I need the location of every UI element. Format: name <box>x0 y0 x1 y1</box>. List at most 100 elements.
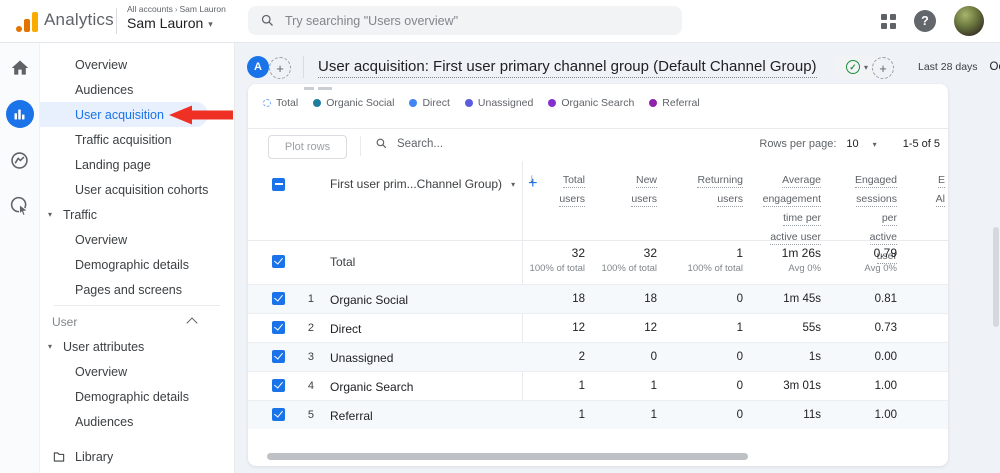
analytics-app: Analytics All accounts›Sam Lauron Sam La… <box>0 0 1000 473</box>
sidebar-item-traffic-overview[interactable]: Overview <box>40 227 234 252</box>
row-checkbox[interactable] <box>272 321 285 334</box>
legend-dot <box>548 99 556 107</box>
row-checkbox[interactable] <box>272 292 285 305</box>
sidebar-item-traffic-acquisition[interactable]: Traffic acquisition <box>40 127 234 152</box>
header-divider <box>303 56 304 78</box>
table-search-input[interactable]: Search... <box>375 137 443 150</box>
toolbar-divider <box>360 136 361 156</box>
sidebar-group-traffic[interactable]: ▾Traffic <box>40 202 234 227</box>
caret-down-icon: ▾ <box>864 63 868 72</box>
legend-item-direct[interactable]: Direct <box>409 97 449 109</box>
breadcrumb[interactable]: All accounts›Sam Lauron <box>127 4 226 14</box>
channel-name: Unassigned <box>330 351 393 365</box>
dimension-header[interactable]: First user prim...Channel Group) <box>330 177 502 191</box>
legend-dot <box>409 99 417 107</box>
topbar-divider <box>116 8 117 34</box>
caret-down-icon[interactable]: ▾ <box>511 180 515 189</box>
table-row: 2 Direct 12 12 1 55s 0.73 <box>248 313 948 342</box>
annotation-arrow <box>167 103 235 127</box>
legend-item-organic-social[interactable]: Organic Social <box>313 97 394 109</box>
legend-item-referral[interactable]: Referral <box>649 97 699 109</box>
sidebar-item-user-overview[interactable]: Overview <box>40 359 234 384</box>
topbar-actions: ? <box>881 6 984 36</box>
apps-grid-icon[interactable] <box>881 14 896 29</box>
advertising-icon[interactable] <box>7 192 33 218</box>
sidebar-item-user-acquisition-cohorts[interactable]: User acquisition cohorts <box>40 177 234 202</box>
row-checkbox[interactable] <box>272 408 285 421</box>
sidebar-divider <box>54 305 220 306</box>
chart-legend: Total Organic Social Direct Unassigned O… <box>263 97 700 109</box>
add-comparison-button[interactable]: + <box>269 57 291 79</box>
chevron-down-icon: ▾ <box>208 19 213 30</box>
channel-name: Organic Search <box>330 380 413 394</box>
rows-per-page-label: Rows per page: <box>759 138 836 150</box>
legend-dot <box>649 99 657 107</box>
chevron-up-icon <box>186 317 197 328</box>
table-row: 4 Organic Search 1 1 0 3m 01s 1.00 <box>248 371 948 400</box>
user-avatar[interactable] <box>954 6 984 36</box>
horizontal-scrollbar[interactable] <box>267 453 748 460</box>
table-header: First user prim...Channel Group) ▾ + ↓ T… <box>248 161 948 241</box>
top-bar: Analytics All accounts›Sam Lauron Sam La… <box>0 0 1000 43</box>
home-icon[interactable] <box>7 55 33 81</box>
table-search-placeholder: Search... <box>397 138 443 150</box>
nav-rail <box>0 42 40 473</box>
channel-name: Direct <box>330 322 361 336</box>
caret-down-icon: ▾ <box>48 342 63 351</box>
caret-down-icon: ▾ <box>48 210 63 219</box>
legend-item-unassigned[interactable]: Unassigned <box>465 97 533 109</box>
table-body: 1 Organic Social 18 18 0 1m 45s 0.81 2 D… <box>248 284 948 429</box>
rows-per-page-select[interactable]: 10 ▾ <box>836 138 876 150</box>
clipped-chart-fragment <box>304 87 332 90</box>
search-icon <box>260 13 275 28</box>
legend-dot <box>263 99 271 107</box>
sidebar-item-library[interactable]: Library <box>40 444 234 469</box>
row-checkbox[interactable] <box>272 350 285 363</box>
check-circle-icon: ✓ <box>846 60 860 74</box>
pagination-controls: Rows per page: 10 ▾ 1-5 of 5 <box>759 138 940 150</box>
table-row: 5 Referral 1 1 0 11s 1.00 <box>248 400 948 429</box>
date-range-picker[interactable]: Last 28 daysOct 3 <box>918 61 1000 73</box>
sidebar-group-user-attributes[interactable]: ▾User attributes <box>40 334 234 359</box>
table-row: 1 Organic Social 18 18 0 1m 45s 0.81 <box>248 284 948 313</box>
sidebar-item-demographic-details[interactable]: Demographic details <box>40 252 234 277</box>
table-total-row: Total 32100% of total 32100% of total 11… <box>248 240 948 284</box>
chevron-right-icon: › <box>175 5 178 14</box>
report-card: Total Organic Social Direct Unassigned O… <box>248 84 948 466</box>
table-toolbar: Plot rows Search... Rows per page: 10 ▾ … <box>248 128 948 162</box>
analytics-logo-icon[interactable] <box>16 10 38 32</box>
search-icon <box>375 137 388 150</box>
page-range: 1-5 of 5 <box>903 138 940 150</box>
help-icon[interactable]: ? <box>914 10 936 32</box>
sidebar-item-landing-page[interactable]: Landing page <box>40 152 234 177</box>
row-checkbox[interactable] <box>272 255 285 268</box>
sidebar-item-user-demographic-details[interactable]: Demographic details <box>40 384 234 409</box>
account-switcher[interactable]: Sam Lauron ▾ <box>127 15 213 31</box>
table-row: 3 Unassigned 2 0 0 1s 0.00 <box>248 342 948 371</box>
sidebar-item-pages-and-screens[interactable]: Pages and screens <box>40 277 234 302</box>
channel-name: Referral <box>330 409 373 423</box>
explore-icon[interactable] <box>7 147 33 173</box>
sidebar-section-user[interactable]: User <box>40 309 234 334</box>
report-title[interactable]: User acquisition: First user primary cha… <box>318 58 817 78</box>
select-all-checkbox[interactable] <box>272 178 285 191</box>
add-metric-button[interactable]: + <box>872 57 894 79</box>
caret-down-icon: ▾ <box>873 140 877 149</box>
search-placeholder: Try searching "Users overview" <box>285 14 458 28</box>
sidebar-item-overview[interactable]: Overview <box>40 52 234 77</box>
vertical-scrollbar[interactable] <box>993 227 999 327</box>
brand-name: Analytics <box>44 10 114 30</box>
legend-item-total[interactable]: Total <box>263 97 298 109</box>
legend-dot <box>465 99 473 107</box>
sidebar-item-audiences[interactable]: Audiences <box>40 77 234 102</box>
sidebar-item-user-audiences[interactable]: Audiences <box>40 409 234 434</box>
report-owner-badge[interactable]: A <box>247 56 269 78</box>
row-checkbox[interactable] <box>272 379 285 392</box>
reports-icon[interactable] <box>6 100 34 128</box>
search-input[interactable]: Try searching "Users overview" <box>248 6 682 35</box>
plot-rows-button[interactable]: Plot rows <box>268 135 347 159</box>
folder-icon <box>52 450 66 464</box>
legend-dot <box>313 99 321 107</box>
channel-name: Organic Social <box>330 293 408 307</box>
legend-item-organic-search[interactable]: Organic Search <box>548 97 634 109</box>
